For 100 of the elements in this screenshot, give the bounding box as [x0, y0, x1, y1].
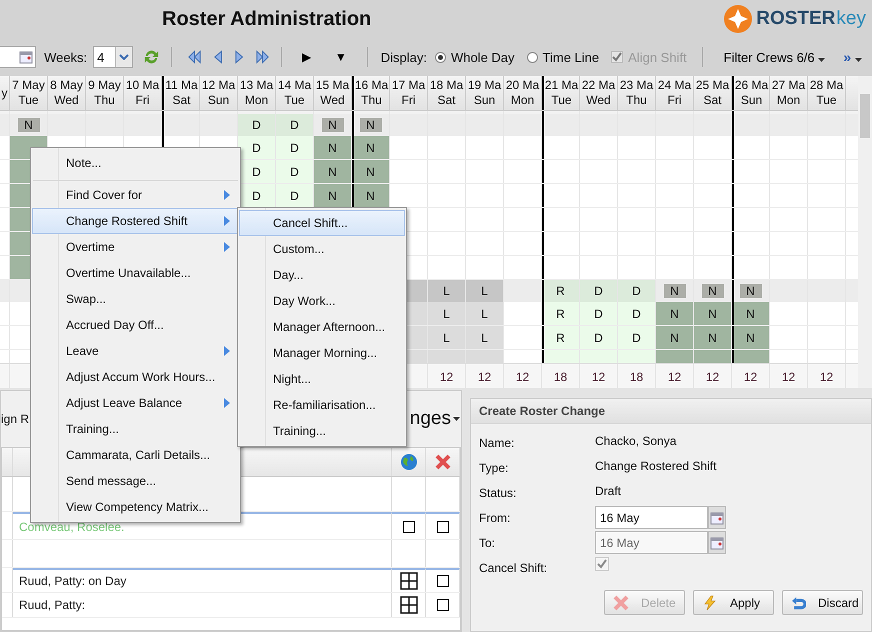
logo-mark-icon — [723, 4, 754, 34]
shift-cell[interactable]: D — [276, 184, 313, 207]
shift-cell[interactable]: N — [694, 326, 731, 349]
shift-cell[interactable]: L — [466, 302, 503, 325]
shift-cell[interactable]: N — [314, 184, 351, 207]
change-entry[interactable]: Ruud, Patty: — [13, 593, 392, 617]
weekday-label: Wed — [320, 93, 345, 108]
menu-item[interactable]: Day Work... — [239, 288, 405, 314]
shift-cell[interactable]: N — [18, 118, 40, 132]
change-entry[interactable]: Ruud, Patty: on Day — [13, 568, 392, 592]
shift-cell[interactable]: N — [740, 284, 762, 298]
menu-item[interactable]: Note... — [32, 150, 239, 182]
shift-cell[interactable]: D — [580, 326, 617, 349]
menu-item[interactable]: Training... — [32, 416, 239, 442]
shift-cell[interactable]: R — [542, 302, 579, 325]
refresh-icon[interactable] — [143, 48, 160, 66]
globe-icon — [400, 453, 418, 471]
shift-cell[interactable]: N — [656, 302, 693, 325]
checkbox[interactable] — [402, 520, 414, 532]
shift-cell[interactable]: D — [238, 160, 275, 183]
menu-item[interactable]: Overtime Unavailable... — [32, 260, 239, 286]
filter-crews-button[interactable]: Filter Crews 6/6 — [718, 48, 832, 66]
shift-cell[interactable]: L — [428, 280, 465, 302]
menu-item[interactable]: Day... — [239, 262, 405, 288]
shift-cell[interactable]: R — [542, 326, 579, 349]
grid-icon[interactable] — [400, 572, 418, 590]
panel-title[interactable]: nges — [410, 408, 451, 430]
menu-item[interactable]: Leave — [32, 338, 239, 364]
menu-item[interactable]: Send message... — [32, 468, 239, 494]
menu-item[interactable]: Manager Afternoon... — [239, 314, 405, 340]
radio-button[interactable] — [526, 52, 538, 62]
dropdown-button[interactable]: ▼ — [326, 50, 356, 64]
menu-item[interactable]: Adjust Accum Work Hours... — [32, 364, 239, 390]
calendar-button[interactable] — [708, 531, 726, 554]
more-button[interactable]: » — [837, 48, 868, 66]
shift-cell[interactable]: N — [314, 136, 351, 159]
shift-cell[interactable]: N — [694, 302, 731, 325]
play-button[interactable]: ▶ — [292, 50, 320, 64]
shift-cell[interactable]: N — [702, 284, 724, 298]
shift-cell[interactable]: D — [276, 114, 313, 136]
date-label: 14 Ma — [278, 78, 312, 93]
shift-cell[interactable]: N — [352, 136, 389, 159]
date-field[interactable]: 16 May — [595, 506, 708, 529]
shift-cell[interactable]: D — [580, 302, 617, 325]
tab-label[interactable]: ign R — [1, 412, 30, 426]
shift-cell[interactable]: L — [428, 302, 465, 325]
menu-item[interactable]: Night... — [239, 366, 405, 392]
shift-cell[interactable]: D — [580, 280, 617, 302]
menu-item[interactable]: Custom... — [239, 236, 405, 262]
action-button[interactable]: Apply — [693, 590, 774, 615]
menu-item[interactable]: Training... — [239, 418, 405, 444]
first-page-icon[interactable] — [187, 49, 202, 65]
shift-cell[interactable]: N — [322, 118, 344, 132]
shift-cell[interactable]: N — [664, 284, 686, 298]
radio-button[interactable] — [434, 52, 446, 62]
checkbox[interactable] — [436, 575, 448, 587]
date-field[interactable] — [0, 46, 36, 68]
shift-cell[interactable]: D — [618, 326, 655, 349]
menu-item[interactable]: Accrued Day Off... — [32, 312, 239, 338]
menu-item[interactable]: Re-familiarisation... — [239, 392, 405, 418]
shift-cell[interactable]: D — [238, 184, 275, 207]
shift-cell[interactable]: D — [276, 160, 313, 183]
next-icon[interactable] — [234, 49, 245, 65]
shift-cell[interactable]: N — [352, 160, 389, 183]
shift-cell[interactable]: N — [656, 326, 693, 349]
calendar-button[interactable] — [708, 506, 726, 529]
date-label: 7 May — [12, 78, 45, 93]
previous-icon[interactable] — [212, 49, 224, 65]
menu-item[interactable]: Find Cover for — [32, 182, 239, 208]
caret-icon[interactable] — [453, 417, 460, 421]
weekday-label: Wed — [54, 93, 79, 108]
weeks-select[interactable]: 4 — [93, 46, 134, 68]
menu-item[interactable]: Adjust Leave Balance — [32, 390, 239, 416]
grid-icon[interactable] — [400, 596, 418, 614]
shift-cell[interactable]: D — [238, 136, 275, 159]
last-page-icon[interactable] — [254, 49, 270, 65]
shift-cell[interactable]: D — [276, 136, 313, 159]
shift-cell[interactable]: N — [360, 118, 382, 132]
menu-item[interactable]: Cammarata, Carli Details... — [32, 442, 239, 468]
shift-cell[interactable]: D — [238, 114, 275, 136]
shift-cell[interactable]: N — [732, 302, 769, 325]
action-button[interactable]: Discard — [782, 590, 863, 615]
shift-cell[interactable]: N — [352, 184, 389, 207]
shift-cell[interactable]: L — [466, 280, 503, 302]
calendar-icon[interactable] — [19, 50, 34, 64]
shift-cell[interactable]: L — [466, 326, 503, 349]
checkbox[interactable] — [436, 520, 448, 532]
shift-cell[interactable]: D — [618, 302, 655, 325]
menu-item[interactable]: Cancel Shift... — [239, 210, 405, 236]
menu-item[interactable]: Overtime — [32, 234, 239, 260]
shift-cell[interactable]: L — [428, 326, 465, 349]
shift-cell[interactable]: N — [732, 326, 769, 349]
checkbox[interactable] — [436, 599, 448, 611]
menu-item[interactable]: Change Rostered Shift — [32, 208, 239, 234]
menu-item[interactable]: Swap... — [32, 286, 239, 312]
menu-item[interactable]: Manager Morning... — [239, 340, 405, 366]
shift-cell[interactable]: D — [618, 280, 655, 302]
date-label: 24 Ma — [658, 78, 692, 93]
shift-cell[interactable]: N — [314, 160, 351, 183]
shift-cell[interactable]: R — [542, 280, 579, 302]
